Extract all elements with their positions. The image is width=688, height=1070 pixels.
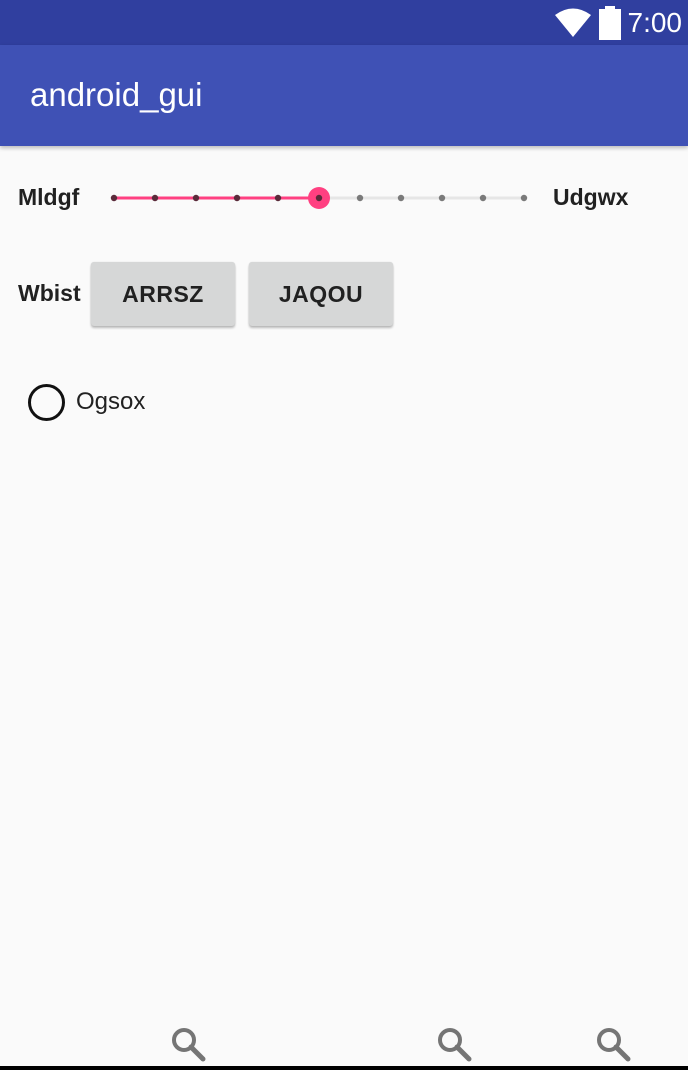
navigation-bar-edge [0, 1066, 688, 1070]
slider-tick [479, 194, 487, 202]
slider-tick [192, 194, 200, 202]
radio-option[interactable]: Ogsox [28, 383, 145, 421]
battery-icon [598, 5, 621, 40]
search-icon[interactable] [595, 1026, 631, 1062]
search-icon[interactable] [436, 1026, 472, 1062]
app-bar: android_gui [0, 45, 688, 146]
jaqou-button[interactable]: JAQOU [249, 262, 393, 326]
discrete-slider[interactable] [110, 178, 530, 218]
slider-tick [356, 194, 364, 202]
wifi-icon [554, 8, 591, 37]
slider-tick [110, 194, 118, 202]
radio-button[interactable] [28, 383, 65, 421]
status-bar: 7:00 [0, 0, 688, 45]
radio-label: Ogsox [76, 388, 146, 415]
slider-left-label: Mldgf [18, 184, 80, 210]
app-title: android_gui [30, 76, 203, 113]
search-icon[interactable] [170, 1026, 206, 1062]
slider-tick [274, 194, 282, 202]
slider-tick [151, 194, 159, 202]
slider-right-label: Udgwx [553, 184, 629, 210]
arrsz-button[interactable]: ARRSZ [91, 262, 235, 326]
status-time: 7:00 [627, 6, 683, 38]
status-icons: 7:00 [554, 0, 683, 45]
button-row-label: Wbist [18, 280, 81, 306]
slider-thumb-dot [315, 194, 323, 202]
slider-tick [438, 194, 446, 202]
slider-tick [233, 194, 241, 202]
slider-tick [397, 194, 405, 202]
slider-tick [520, 194, 528, 202]
